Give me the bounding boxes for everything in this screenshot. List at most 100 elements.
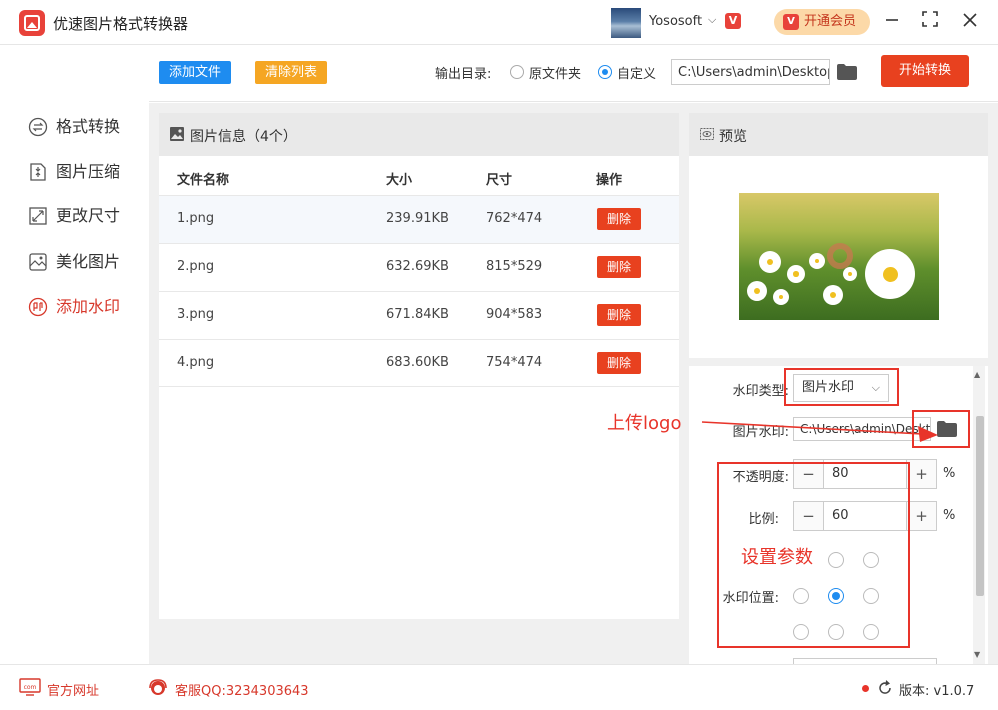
format-convert-icon [28, 117, 48, 137]
file-size: 239.91KB [386, 211, 449, 226]
sidebar-item-compress[interactable]: 图片压缩 [28, 160, 120, 184]
annotation-upload-logo: 上传logo [607, 413, 682, 434]
annotation-box-wm-type [784, 368, 899, 406]
start-convert-button[interactable]: 开始转换 [881, 55, 969, 87]
title-bar: 优速图片格式转换器 Yososoft ⌵ V V 开通会员 [0, 0, 998, 45]
scale-increment-button[interactable]: + [906, 502, 936, 530]
sidebar-item-beautify[interactable]: 美化图片 [28, 250, 120, 274]
scale-unit: % [943, 508, 956, 523]
preview-panel: 预览 [689, 113, 988, 358]
toolbar: 添加文件 清除列表 输出目录: 原文件夹 自定义 开始转换 [149, 46, 998, 102]
sidebar-item-label: 更改尺寸 [56, 206, 121, 225]
radio-original-folder[interactable] [510, 65, 524, 79]
output-dir-label: 输出目录: [435, 67, 492, 82]
file-name: 4.png [177, 355, 215, 370]
sidebar-item-watermark[interactable]: 添加水印 [28, 295, 120, 319]
user-avatar[interactable] [611, 8, 641, 38]
wm-type-label: 水印类型: [732, 384, 789, 399]
file-panel-title: 图片信息（4个） [190, 129, 297, 145]
maximize-icon [922, 11, 938, 27]
clear-list-button[interactable]: 清除列表 [255, 61, 327, 84]
annotation-arrow-icon [701, 421, 938, 442]
sidebar: 格式转换 图片压缩 更改尺寸 美化图片 添加水印 [0, 46, 149, 664]
table-row[interactable]: 2.png 632.69KB 815*529 删除 [159, 243, 679, 291]
add-files-button[interactable]: 添加文件 [159, 61, 231, 84]
beautify-icon [29, 253, 47, 271]
daisy-flower [747, 281, 767, 301]
sidebar-item-label: 添加水印 [56, 297, 121, 316]
file-dims: 762*474 [486, 211, 543, 226]
maximize-button[interactable] [918, 10, 942, 34]
scroll-up-icon[interactable]: ▲ [974, 370, 980, 379]
close-icon [963, 13, 977, 27]
app-logo-icon [19, 10, 45, 36]
version-label: 版本: v1.0.7 [899, 684, 975, 699]
website-icon: com [19, 678, 41, 696]
folder-icon[interactable] [837, 64, 857, 80]
output-path-input[interactable] [671, 59, 830, 85]
preview-image [739, 193, 939, 320]
table-row[interactable]: 3.png 671.84KB 904*583 删除 [159, 291, 679, 339]
opacity-unit: % [943, 466, 956, 481]
daisy-flower [823, 285, 843, 305]
column-header-dims: 尺寸 [486, 173, 513, 188]
column-header-action: 操作 [596, 173, 623, 188]
sidebar-item-label: 美化图片 [56, 252, 121, 271]
radio-custom-folder[interactable] [598, 65, 612, 79]
resize-icon [29, 207, 47, 225]
svg-text:com: com [24, 684, 37, 691]
delete-button[interactable]: 删除 [597, 256, 641, 278]
file-name: 3.png [177, 307, 215, 322]
settings-scrollbar-thumb[interactable] [976, 416, 984, 596]
file-panel-header: 图片信息（4个） [159, 113, 679, 156]
vip-button[interactable]: V 开通会员 [774, 9, 870, 35]
watermark-icon [28, 297, 48, 317]
chevron-down-icon[interactable]: ⌵ [708, 13, 716, 27]
sidebar-item-resize[interactable]: 更改尺寸 [28, 204, 120, 228]
preview-title: 预览 [719, 129, 747, 145]
footer: com 官方网址 客服QQ:3234303643 版本: v1.0.7 [0, 664, 998, 710]
brand-badge-icon: V [725, 13, 741, 29]
sidebar-item-label: 图片压缩 [56, 162, 121, 181]
annotation-set-params: 设置参数 [741, 547, 813, 568]
delete-button[interactable]: 删除 [597, 304, 641, 326]
file-dims: 815*529 [486, 259, 543, 274]
daisy-flower [809, 253, 825, 269]
daisy-flower [773, 289, 789, 305]
minimize-button[interactable] [880, 10, 904, 34]
file-size: 671.84KB [386, 307, 449, 322]
table-row[interactable]: 1.png 239.91KB 762*474 删除 [159, 195, 679, 243]
daisy-flower [865, 249, 915, 299]
file-dims: 904*583 [486, 307, 543, 322]
table-row[interactable]: 4.png 683.60KB 754*474 删除 [159, 339, 679, 387]
opacity-increment-button[interactable]: + [906, 460, 936, 488]
delete-button[interactable]: 删除 [597, 208, 641, 230]
sidebar-item-label: 格式转换 [56, 117, 121, 136]
refresh-icon[interactable] [877, 680, 893, 696]
file-size: 632.69KB [386, 259, 449, 274]
vip-icon: V [783, 14, 799, 30]
daisy-flower [843, 267, 857, 281]
delete-button[interactable]: 删除 [597, 352, 641, 374]
website-link[interactable]: 官方网址 [47, 680, 99, 699]
user-name[interactable]: Yososoft [649, 14, 702, 29]
column-header-size: 大小 [386, 173, 413, 188]
sidebar-item-format-convert[interactable]: 格式转换 [28, 115, 120, 139]
minimize-icon [886, 19, 898, 21]
vip-label: 开通会员 [804, 14, 857, 29]
file-size: 683.60KB [386, 355, 449, 370]
update-status-dot [862, 685, 869, 692]
preview-header: 预览 [689, 113, 988, 156]
radio-original-folder-label[interactable]: 原文件夹 [529, 63, 581, 82]
app-title: 优速图片格式转换器 [53, 15, 189, 33]
close-button[interactable] [958, 10, 982, 34]
file-dims: 754*474 [486, 355, 543, 370]
column-header-name: 文件名称 [177, 173, 230, 188]
radio-custom-folder-label[interactable]: 自定义 [617, 63, 656, 82]
customer-service-icon [149, 679, 167, 695]
image-icon [170, 127, 184, 141]
file-name: 1.png [177, 211, 215, 226]
compress-icon [30, 163, 46, 181]
scroll-down-icon[interactable]: ▼ [974, 650, 980, 659]
support-qq-link[interactable]: 客服QQ:3234303643 [175, 680, 309, 699]
